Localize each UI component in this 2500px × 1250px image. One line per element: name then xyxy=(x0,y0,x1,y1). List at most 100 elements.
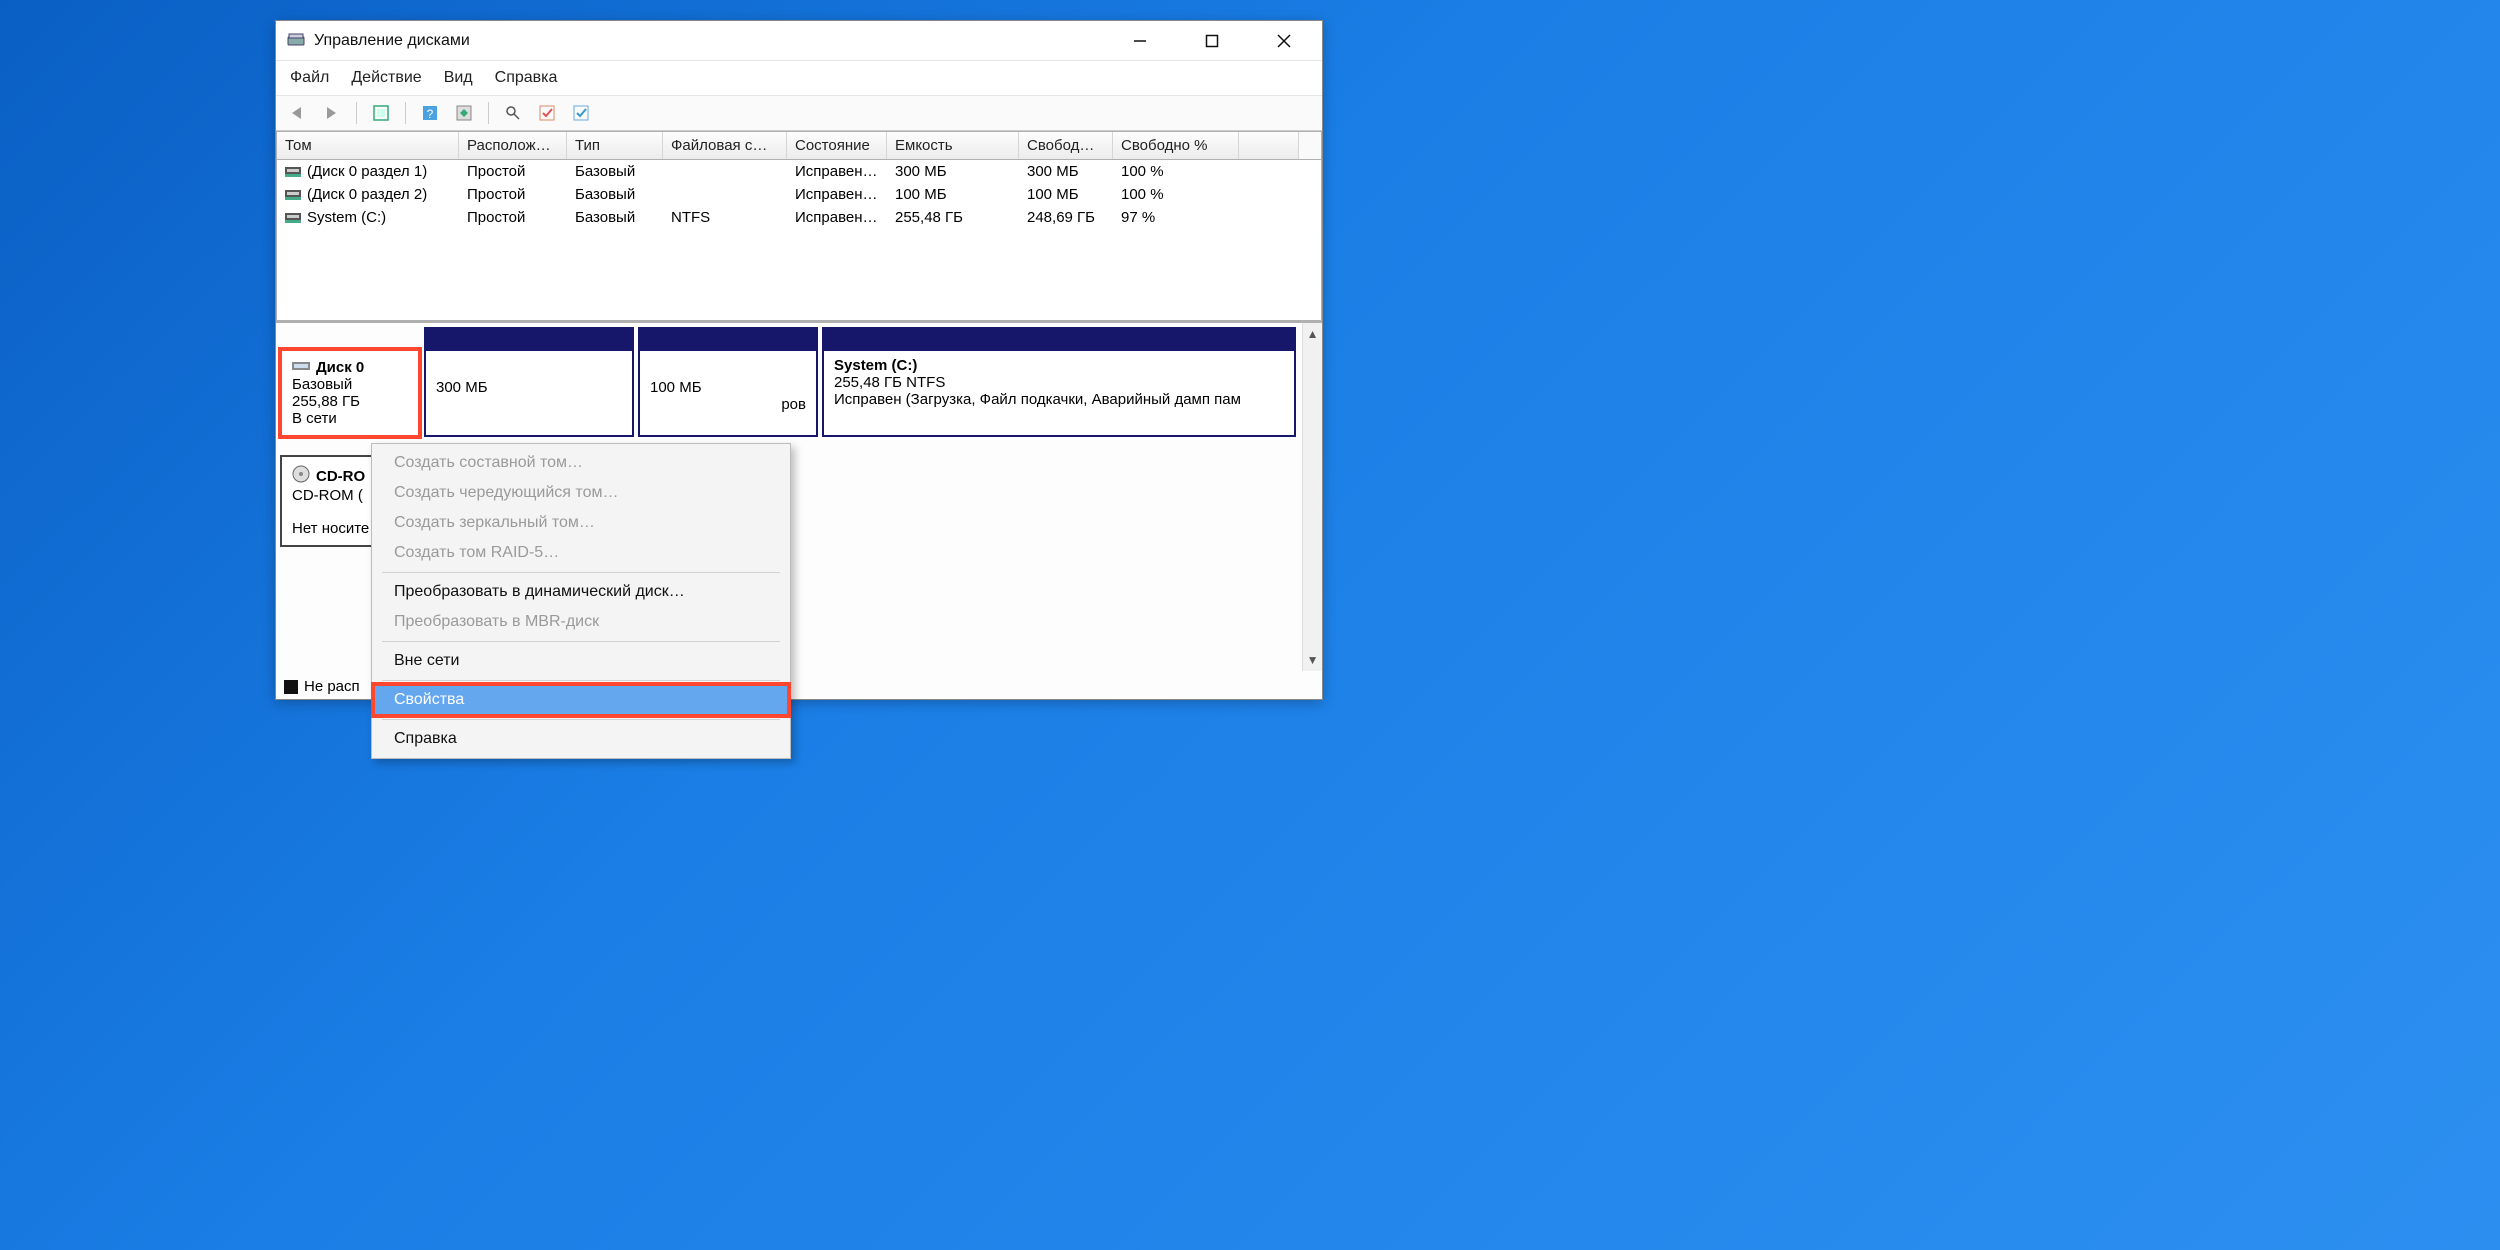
help-icon[interactable]: ? xyxy=(416,100,444,126)
ctx-separator xyxy=(382,680,780,681)
cell-pct: 100 % xyxy=(1113,161,1239,182)
disk0-header[interactable]: Диск 0 Базовый 255,88 ГБ В сети xyxy=(280,349,420,437)
partition[interactable]: 100 МБ ров xyxy=(638,349,818,437)
app-icon xyxy=(286,31,306,51)
menu-file[interactable]: Файл xyxy=(288,67,331,89)
back-icon[interactable] xyxy=(284,100,312,126)
col-capacity[interactable]: Емкость xyxy=(887,132,1019,159)
legend: Не расп xyxy=(284,678,360,695)
ctx-separator xyxy=(382,719,780,720)
volume-icon xyxy=(285,190,301,200)
cell-free: 100 МБ xyxy=(1019,184,1113,205)
cell-type: Базовый xyxy=(567,207,663,228)
partition-status: Исправен (Загрузка, Файл подкачки, Авари… xyxy=(834,391,1284,408)
cell-layout: Простой xyxy=(459,161,567,182)
col-freepct[interactable]: Свободно % xyxy=(1113,132,1239,159)
check2-icon[interactable] xyxy=(567,100,595,126)
maximize-button[interactable] xyxy=(1190,26,1234,56)
refresh-icon[interactable] xyxy=(367,100,395,126)
disk0-title: Диск 0 xyxy=(316,359,364,376)
partition-size: 100 МБ xyxy=(650,379,806,396)
list-item[interactable]: (Диск 0 раздел 1) Простой Базовый Исправ… xyxy=(277,160,1321,183)
ctx-new-striped[interactable]: Создать чередующийся том… xyxy=(374,478,788,508)
col-free[interactable]: Свобод… xyxy=(1019,132,1113,159)
menu-help[interactable]: Справка xyxy=(493,67,560,89)
list-item[interactable]: System (C:) Простой Базовый NTFS Исправе… xyxy=(277,206,1321,229)
volume-name: System (C:) xyxy=(307,209,386,226)
ctx-help[interactable]: Справка xyxy=(374,724,788,754)
cdrom-icon xyxy=(292,465,310,487)
partition-title: System (C:) xyxy=(834,357,1284,374)
cell-free: 300 МБ xyxy=(1019,161,1113,182)
cell-type: Базовый xyxy=(567,184,663,205)
menu-view[interactable]: Вид xyxy=(442,67,475,89)
ctx-new-spanned[interactable]: Создать составной том… xyxy=(374,448,788,478)
menu-action[interactable]: Действие xyxy=(349,67,423,89)
cell-pct: 97 % xyxy=(1113,207,1239,228)
scroll-up-icon[interactable]: ▲ xyxy=(1303,323,1322,345)
ctx-new-mirrored[interactable]: Создать зеркальный том… xyxy=(374,508,788,538)
col-type[interactable]: Тип xyxy=(567,132,663,159)
ctx-properties[interactable]: Свойства xyxy=(374,685,788,715)
cell-capacity: 255,48 ГБ xyxy=(887,207,1019,228)
cell-capacity: 300 МБ xyxy=(887,161,1019,182)
window-controls xyxy=(1118,26,1312,56)
disk0-type: Базовый xyxy=(292,376,408,393)
cell-fs: NTFS xyxy=(663,207,787,228)
listview-body: (Диск 0 раздел 1) Простой Базовый Исправ… xyxy=(277,160,1321,320)
col-volume[interactable]: Том xyxy=(277,132,459,159)
partition-extra: ров xyxy=(650,396,806,413)
cell-status: Исправен… xyxy=(787,207,887,228)
close-button[interactable] xyxy=(1262,26,1306,56)
partition[interactable]: 300 МБ xyxy=(424,349,634,437)
cell-status: Исправен… xyxy=(787,161,887,182)
svg-text:?: ? xyxy=(427,107,434,121)
legend-label: Не расп xyxy=(304,678,360,695)
minimize-button[interactable] xyxy=(1118,26,1162,56)
list-item[interactable]: (Диск 0 раздел 2) Простой Базовый Исправ… xyxy=(277,183,1321,206)
volume-name: (Диск 0 раздел 2) xyxy=(307,186,427,203)
cell-layout: Простой xyxy=(459,207,567,228)
volume-icon xyxy=(285,167,301,177)
partition[interactable]: System (C:) 255,48 ГБ NTFS Исправен (Заг… xyxy=(822,349,1296,437)
forward-icon[interactable] xyxy=(318,100,346,126)
ctx-separator xyxy=(382,641,780,642)
find-icon[interactable] xyxy=(499,100,527,126)
cell-fs xyxy=(663,184,787,205)
cell-status: Исправен… xyxy=(787,184,887,205)
listview-header: Том Располож… Тип Файловая с… Состояние … xyxy=(277,132,1321,160)
disk-icon xyxy=(292,359,310,376)
cell-layout: Простой xyxy=(459,184,567,205)
volume-listview[interactable]: Том Располож… Тип Файловая с… Состояние … xyxy=(276,131,1322,321)
volume-name: (Диск 0 раздел 1) xyxy=(307,163,427,180)
cell-capacity: 100 МБ xyxy=(887,184,1019,205)
context-menu: Создать составной том… Создать чередующи… xyxy=(371,443,791,759)
ctx-separator xyxy=(382,572,780,573)
check1-icon[interactable] xyxy=(533,100,561,126)
col-layout[interactable]: Располож… xyxy=(459,132,567,159)
toolbar: ? xyxy=(276,96,1322,131)
disk0-status: В сети xyxy=(292,410,408,427)
col-fs[interactable]: Файловая с… xyxy=(663,132,787,159)
disk0-size: 255,88 ГБ xyxy=(292,393,408,410)
titlebar[interactable]: Управление дисками xyxy=(276,21,1322,61)
vertical-scrollbar[interactable]: ▲ ▼ xyxy=(1302,323,1322,671)
ctx-offline[interactable]: Вне сети xyxy=(374,646,788,676)
cell-fs xyxy=(663,161,787,182)
volume-icon xyxy=(285,213,301,223)
settings-icon[interactable] xyxy=(450,100,478,126)
ctx-convert-mbr[interactable]: Преобразовать в MBR-диск xyxy=(374,607,788,637)
window-title: Управление дисками xyxy=(314,32,470,50)
scroll-down-icon[interactable]: ▼ xyxy=(1303,649,1322,671)
col-status[interactable]: Состояние xyxy=(787,132,887,159)
col-extra[interactable] xyxy=(1239,132,1299,159)
ctx-convert-dynamic[interactable]: Преобразовать в динамический диск… xyxy=(374,577,788,607)
partition-size: 300 МБ xyxy=(436,379,622,396)
ctx-new-raid5[interactable]: Создать том RAID-5… xyxy=(374,538,788,568)
cell-pct: 100 % xyxy=(1113,184,1239,205)
cell-type: Базовый xyxy=(567,161,663,182)
cdrom-title: CD-RO xyxy=(316,468,365,485)
cell-free: 248,69 ГБ xyxy=(1019,207,1113,228)
legend-swatch xyxy=(284,680,298,694)
menubar: Файл Действие Вид Справка xyxy=(276,61,1322,96)
